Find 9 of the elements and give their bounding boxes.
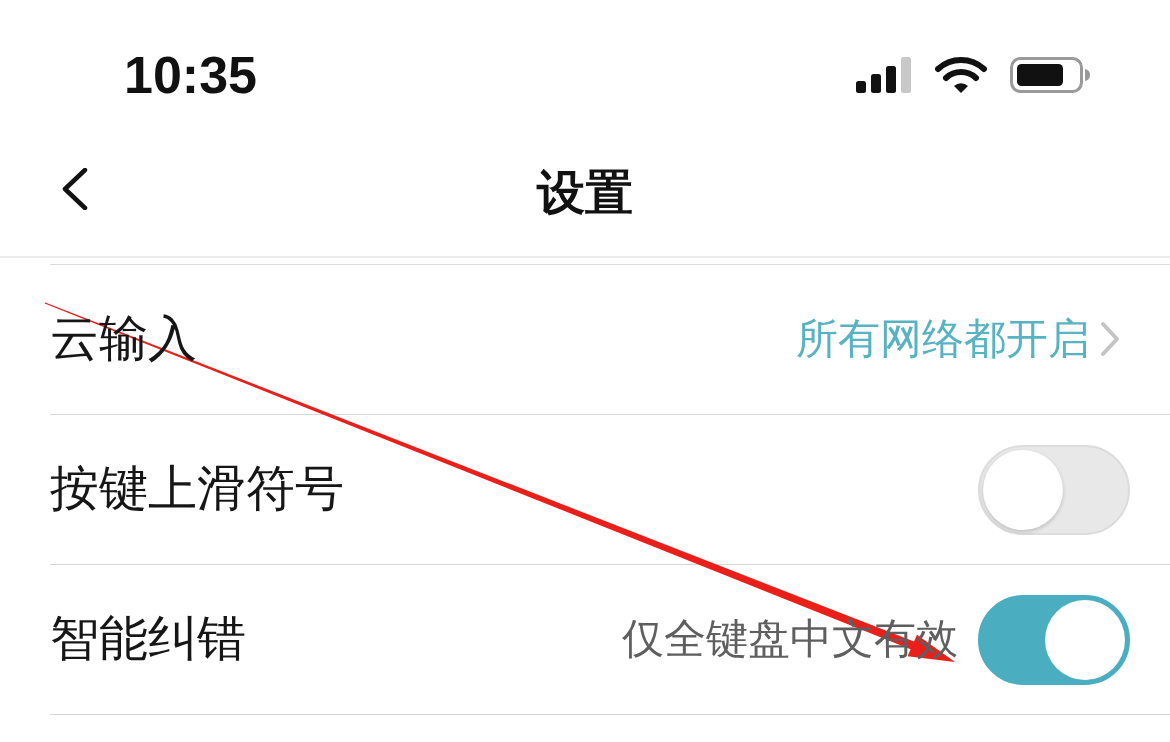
setting-label: 智能纠错 [50, 610, 246, 669]
status-time: 10:35 [124, 49, 257, 101]
page-title: 设置 [537, 164, 633, 220]
wifi-icon [935, 57, 987, 93]
signal-icon [856, 57, 912, 93]
battery-icon [1010, 57, 1090, 93]
setting-value[interactable]: 所有网络都开启 [796, 314, 1090, 365]
chevron-right-icon[interactable] [1100, 321, 1120, 358]
setting-label: 按键上滑符号 [50, 460, 344, 519]
